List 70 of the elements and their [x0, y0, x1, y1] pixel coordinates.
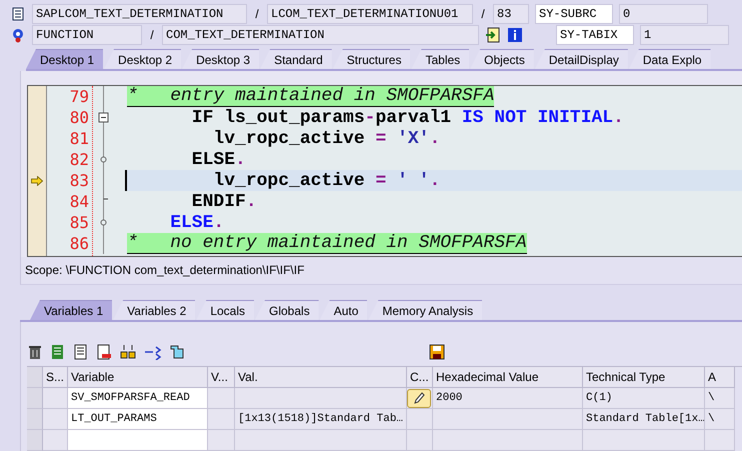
code-line: ENDIF.	[190, 192, 257, 212]
arrows-icon[interactable]	[144, 344, 162, 360]
separator-text: /	[149, 28, 155, 42]
line-number: 80	[68, 107, 90, 128]
table-cell: C(1)	[583, 388, 705, 409]
separator-text: /	[480, 7, 486, 21]
column-header[interactable]: C...	[407, 367, 433, 388]
code-line: lv_ropc_active = ' '.	[212, 170, 440, 190]
line-field[interactable]: 83	[493, 4, 529, 24]
column-header[interactable]: Technical Type	[583, 367, 705, 388]
system-field-name[interactable]: SY-TABIX	[556, 25, 634, 45]
variables-tab[interactable]: Variables 1	[30, 300, 112, 320]
filter-icon[interactable]	[169, 344, 185, 360]
desktop-tab[interactable]: Structures	[332, 49, 410, 69]
code-line: ELSE.	[169, 212, 224, 232]
table-cell: [1x13(1518)]Standard Tab…	[235, 409, 407, 430]
list-remove-icon[interactable]	[96, 344, 112, 360]
desktop-tab[interactable]: Desktop 2	[104, 49, 182, 69]
delete-icon[interactable]	[27, 344, 43, 360]
system-field-value[interactable]: 0	[619, 4, 708, 24]
column-header[interactable]: Val.	[235, 367, 407, 388]
navigate-icon[interactable]	[485, 27, 501, 43]
info-icon[interactable]	[507, 27, 523, 43]
list-icon[interactable]	[73, 344, 89, 360]
column-header[interactable]: V...	[208, 367, 235, 388]
variables-tab[interactable]: Auto	[320, 300, 368, 320]
table-cell: Standard Table[1x…	[583, 409, 705, 430]
code-line: lv_ropc_active = 'X'.	[212, 128, 440, 148]
table-cell: 2000	[433, 388, 583, 409]
arrow-icon	[31, 176, 43, 186]
include-field[interactable]: LCOM_TEXT_DETERMINATIONU01	[267, 4, 473, 24]
desktop-tab[interactable]: DetailDisplay	[534, 49, 628, 69]
table-cell: LT_OUT_PARAMS	[68, 409, 208, 430]
line-number: 82	[68, 149, 90, 170]
column-header[interactable]: Variable	[68, 367, 208, 388]
code-line: ELSE.	[190, 150, 246, 170]
column-header[interactable]: A	[705, 367, 735, 388]
select-all-cell[interactable]	[27, 367, 43, 388]
save-icon[interactable]	[429, 344, 445, 360]
event-name-field[interactable]: COM_TEXT_DETERMINATION	[162, 25, 479, 45]
line-number: 79	[68, 86, 90, 107]
variables-tab[interactable]: Memory Analysis	[368, 300, 482, 320]
variables-tab[interactable]: Locals	[196, 300, 254, 320]
desktop-tab[interactable]: Tables	[411, 49, 470, 69]
line-number: 81	[68, 128, 90, 149]
desktop-tab[interactable]: Desktop 1	[26, 49, 104, 69]
line-number: 86	[68, 233, 90, 254]
scope-text: Scope: \FUNCTION com_text_determination\IF\IF\IF	[20, 256, 742, 285]
pencil-icon	[412, 391, 426, 405]
system-field-value[interactable]: 1	[640, 25, 729, 45]
event-type-field[interactable]: FUNCTION	[32, 25, 142, 45]
desktop-tab[interactable]: Standard	[260, 49, 332, 69]
table-cell: \	[705, 409, 735, 430]
table-cell: \	[705, 388, 735, 409]
line-number: 83	[68, 170, 90, 191]
code-line: IF ls_out_params-parval1 IS NOT INITIAL.	[190, 108, 624, 128]
separator-text: /	[254, 7, 260, 21]
column-header[interactable]: S...	[43, 367, 68, 388]
variables-tab[interactable]: Globals	[255, 300, 319, 320]
table-cell: SV_SMOFPARSFA_READ	[68, 388, 208, 409]
system-field-name[interactable]: SY-SUBRC	[535, 4, 613, 24]
desktop-tab[interactable]: Data Explo	[628, 49, 711, 69]
program-field[interactable]: SAPLCOM_TEXT_DETERMINATION	[32, 4, 247, 24]
desktop-tab[interactable]: Desktop 3	[182, 49, 260, 69]
document-icon	[10, 6, 26, 22]
desktop-tab[interactable]: Objects	[470, 49, 534, 69]
column-header[interactable]: Hexadecimal Value	[433, 367, 583, 388]
variables-tab[interactable]: Variables 2	[113, 300, 196, 320]
line-number: 84	[68, 191, 90, 212]
line-number: 85	[68, 212, 90, 233]
